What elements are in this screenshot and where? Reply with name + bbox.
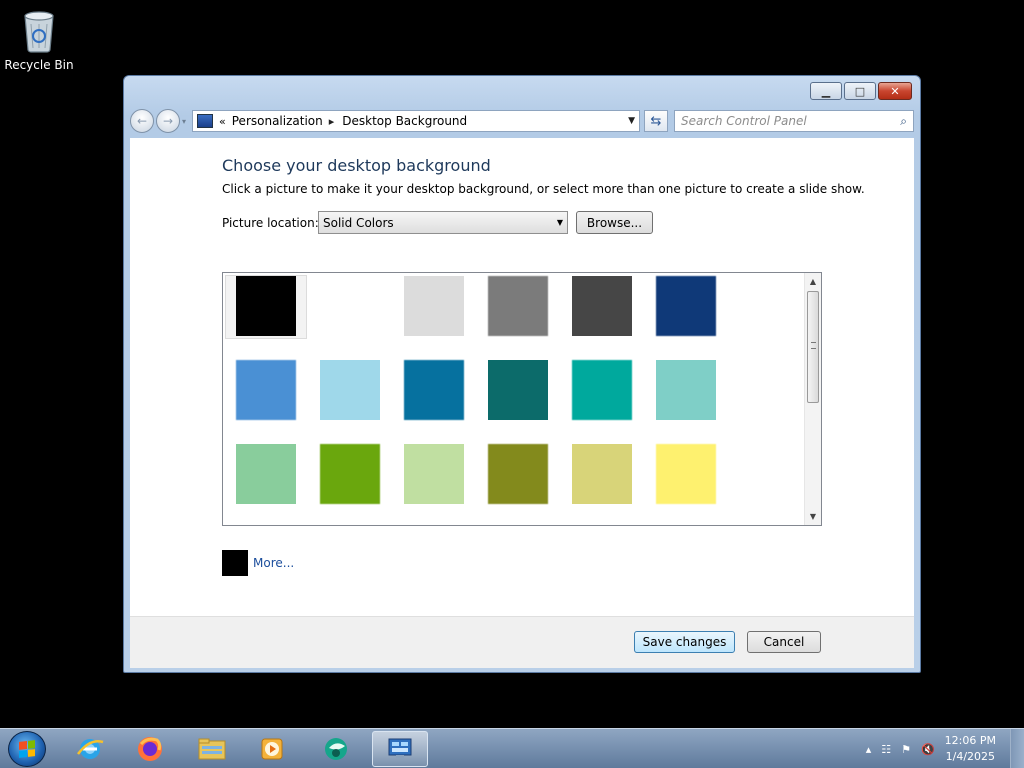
picture-location-dropdown[interactable]: Solid Colors ▼ [318,211,568,234]
color-swatch[interactable] [488,360,548,420]
search-input[interactable] [681,114,901,128]
start-button[interactable] [8,731,46,767]
taskbar-media-player[interactable] [246,731,298,767]
main-content: Choose your desktop background Click a p… [130,138,914,616]
minimize-icon: ▁ [821,84,831,98]
maximize-icon: □ [854,84,866,98]
save-changes-button[interactable]: Save changes [634,631,735,653]
recent-pages-dropdown-icon[interactable]: ▾ [182,117,186,126]
breadcrumb-personalization[interactable]: Personalization [232,114,323,128]
overflow-chevron-icon[interactable]: « [219,115,226,128]
maximize-button[interactable]: □ [844,82,876,100]
clock-date: 1/4/2025 [945,750,996,763]
color-swatch[interactable] [572,276,632,336]
color-swatch[interactable] [572,444,632,504]
color-swatch[interactable] [236,276,296,336]
desktop-icon-recycle-bin[interactable]: Recycle Bin [4,6,74,72]
dialog-footer: Save changes Cancel [130,616,914,668]
address-bar[interactable]: « Personalization ▸ Desktop Background ▼ [192,110,640,132]
navigation-bar: ← → ▾ « Personalization ▸ Desktop Backgr… [130,106,914,136]
color-swatch[interactable] [320,276,380,336]
taskbar-firefox[interactable] [124,731,176,767]
forward-arrow-icon: → [162,114,174,128]
color-swatch[interactable] [236,360,296,420]
color-swatch[interactable] [656,276,716,336]
breadcrumb-separator-icon[interactable]: ▸ [329,115,335,128]
back-arrow-icon: ← [136,114,148,128]
desktop-background-window: ▁ □ ✕ ← → ▾ « Personalization ▸ Desktop … [123,75,921,673]
scroll-down-icon[interactable]: ▼ [805,508,821,525]
system-tray: ▴ ☷ ⚑ 🔇 12:06 PM 1/4/2025 [866,729,1024,768]
internet-explorer-icon [77,739,104,759]
color-swatch[interactable] [572,360,632,420]
address-dropdown-icon[interactable]: ▼ [628,116,635,126]
color-gallery: ▲ ▼ [222,272,822,526]
color-swatch[interactable] [320,360,380,420]
back-button[interactable]: ← [130,109,154,133]
scroll-up-icon[interactable]: ▲ [805,273,821,290]
window-controls: ▁ □ ✕ [810,82,912,100]
cancel-button[interactable]: Cancel [747,631,821,653]
color-swatch[interactable] [236,444,296,504]
color-swatch[interactable] [320,444,380,504]
scrollbar-thumb[interactable] [807,291,819,403]
browse-button[interactable]: Browse... [576,211,653,234]
page-title: Choose your desktop background [222,156,491,175]
taskbar-internet-explorer[interactable] [64,731,116,767]
breadcrumb-desktop-background[interactable]: Desktop Background [342,114,467,128]
color-swatch[interactable] [404,276,464,336]
taskbar-app[interactable] [310,731,362,767]
media-player-icon [261,738,283,760]
picture-location-label: Picture location: [222,216,319,230]
page-description: Click a picture to make it your desktop … [222,182,865,196]
minimize-button[interactable]: ▁ [810,82,842,100]
control-panel-icon [388,738,412,759]
color-swatch[interactable] [656,444,716,504]
picture-location-value: Solid Colors [323,215,394,230]
show-desktop-button[interactable] [1010,729,1024,768]
action-center-flag-icon[interactable]: ⚑ [901,743,911,756]
refresh-button[interactable]: ⇆ [644,110,668,132]
color-swatch[interactable] [656,360,716,420]
color-swatch[interactable] [488,444,548,504]
close-icon: ✕ [890,84,900,98]
color-swatch[interactable] [404,444,464,504]
more-colors-link[interactable]: More... [253,556,294,570]
taskbar-file-explorer[interactable] [186,731,238,767]
firefox-icon [138,737,162,761]
clock-time: 12:06 PM [944,734,996,747]
network-icon[interactable]: ☷ [881,743,891,756]
chevron-down-icon: ▼ [556,218,563,227]
desktop-icon-label: Recycle Bin [4,58,74,72]
search-box[interactable]: ⌕ [674,110,914,132]
windows-logo-icon [19,740,35,758]
volume-muted-icon[interactable]: 🔇 [921,743,935,756]
close-button[interactable]: ✕ [878,82,912,100]
refresh-icon: ⇆ [650,113,662,129]
taskbar: ▴ ☷ ⚑ 🔇 12:06 PM 1/4/2025 [0,728,1024,768]
recycle-bin-icon [24,11,54,53]
forward-button[interactable]: → [156,109,180,133]
app-icon [325,738,347,760]
control-panel-icon [197,114,214,128]
title-bar[interactable]: ▁ □ ✕ [124,76,920,104]
gallery-scrollbar[interactable]: ▲ ▼ [804,273,821,525]
grip-icon [811,342,816,349]
clock[interactable]: 12:06 PM 1/4/2025 [945,733,996,765]
show-hidden-icons-icon[interactable]: ▴ [866,743,872,756]
current-color-swatch[interactable] [222,550,248,576]
taskbar-control-panel[interactable] [372,731,428,767]
color-swatch[interactable] [488,276,548,336]
file-explorer-icon [198,738,226,760]
search-icon[interactable]: ⌕ [900,114,907,129]
color-swatch[interactable] [404,360,464,420]
